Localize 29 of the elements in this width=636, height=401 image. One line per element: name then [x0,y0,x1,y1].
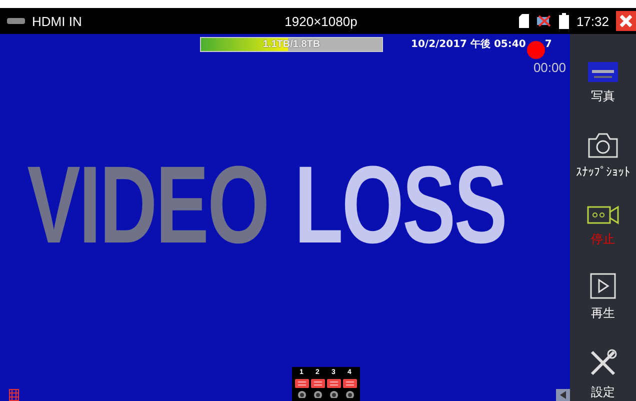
monitor-icon[interactable] [310,379,324,388]
network-error-icon [536,15,552,27]
timestamp: 10/2/2017 午後 05:40 [411,38,526,51]
sidebar-label[interactable]: 写真 [591,88,615,105]
monitor-icon[interactable] [326,379,340,388]
resolution-label: 1920×1080p [284,14,358,28]
play-icon[interactable] [590,273,616,300]
loss-text: LOSS [294,142,506,268]
camera-icon[interactable] [587,130,619,159]
source-label: HDMI IN [32,14,82,28]
clock: 17:32 [576,14,609,28]
camera-icon[interactable] [312,390,324,398]
video-text: VIDEO [27,142,268,268]
timestamp-tail: 7 [544,38,552,50]
hdmi-icon [6,17,26,25]
camera-icon[interactable] [344,390,356,398]
sidebar-label[interactable]: 設定 [591,384,615,401]
close-icon[interactable] [616,11,636,31]
sidebar-label[interactable]: 再生 [591,305,615,322]
timer: 00:00 [533,60,566,75]
sd-card-icon [519,14,530,28]
monitor-icon[interactable] [294,379,308,388]
tools-icon[interactable] [588,348,618,378]
camera-icon[interactable] [328,390,340,398]
video-camera-icon[interactable] [587,204,619,224]
monitor-icon[interactable] [342,379,356,388]
battery-icon [559,13,570,29]
sidebar-label[interactable]: ｽﾅｯﾌﾟｼｮｯﾄ [576,164,630,179]
camera-icon[interactable] [296,390,308,398]
